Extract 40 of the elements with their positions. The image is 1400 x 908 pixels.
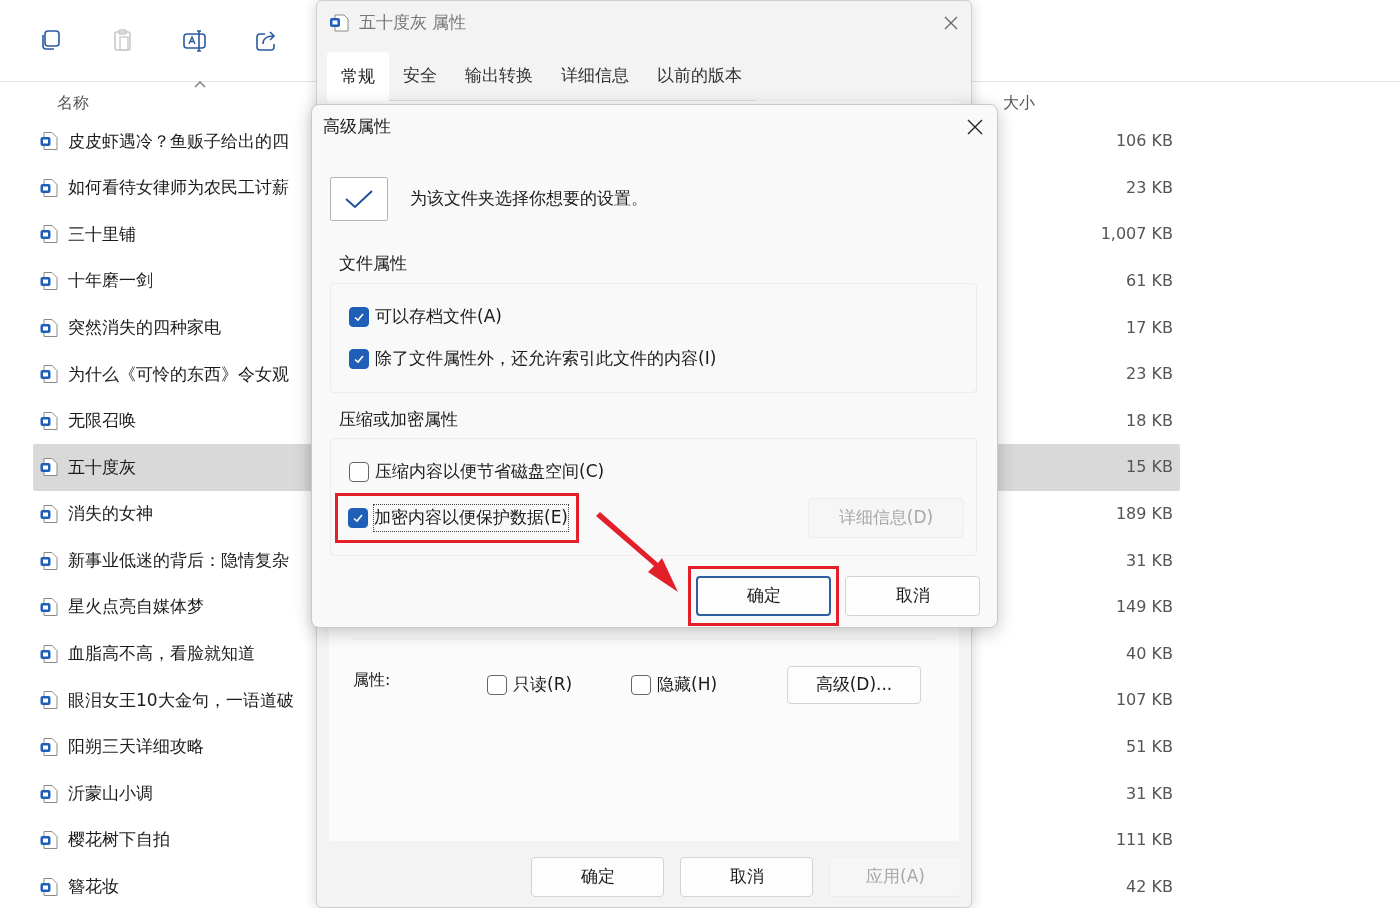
file-size: 106 KB: [1115, 130, 1174, 153]
description-text: 为该文件夹选择你想要的设置。: [410, 187, 648, 211]
file-name: 樱花树下自拍: [68, 828, 170, 852]
file-name: 三十里铺: [68, 222, 136, 246]
file-size: 42 KB: [1126, 875, 1174, 898]
file-size: 111 KB: [1115, 829, 1174, 852]
file-name: 眼泪女王10大金句，一语道破: [68, 688, 294, 712]
file-size: 23 KB: [1126, 363, 1174, 386]
file-size: 18 KB: [1126, 409, 1174, 432]
file-size: 17 KB: [1126, 316, 1174, 339]
file-name: 为什么《可怜的东西》令女观: [68, 362, 289, 386]
field-label: 属性:: [353, 669, 392, 691]
file-size: 1,007 KB: [1100, 223, 1174, 246]
dialog-title: 高级属性: [323, 115, 391, 139]
file-name: 五十度灰: [68, 455, 136, 479]
window-title: 五十度灰 属性: [359, 11, 467, 35]
group-title: 文件属性: [339, 252, 408, 275]
file-name: 十年磨一剑: [68, 269, 153, 293]
file-size: 15 KB: [1126, 456, 1174, 479]
file-size: 189 KB: [1115, 503, 1174, 526]
file-size: 40 KB: [1126, 642, 1174, 665]
file-name: 血脂高不高，看脸就知道: [68, 642, 255, 666]
file-name: 如何看待女律师为农民工讨薪: [68, 176, 289, 200]
file-size: 51 KB: [1126, 736, 1174, 758]
file-size: 61 KB: [1126, 270, 1174, 293]
file-name: 无限召唤: [68, 409, 136, 433]
file-size: 149 KB: [1115, 596, 1174, 619]
file-size: 31 KB: [1126, 549, 1174, 572]
file-name: 星火点亮自媒体梦: [68, 595, 204, 619]
file-name: 阳朔三天详细攻略: [68, 735, 204, 759]
file-name: 消失的女神: [68, 502, 153, 526]
group-title: 压缩或加密属性: [339, 407, 459, 431]
file-name: 沂蒙山小调: [68, 781, 153, 805]
file-size: 23 KB: [1126, 176, 1174, 199]
file-name: 突然消失的四种家电: [68, 315, 221, 339]
file-size: 107 KB: [1115, 689, 1174, 712]
file-name: 皮皮虾遇冷？鱼贩子给出的四: [68, 129, 289, 153]
file-name: 新事业低迷的背后：隐情复杂: [68, 548, 289, 572]
file-name: 簪花妆: [68, 875, 119, 899]
file-size: 31 KB: [1126, 782, 1174, 805]
